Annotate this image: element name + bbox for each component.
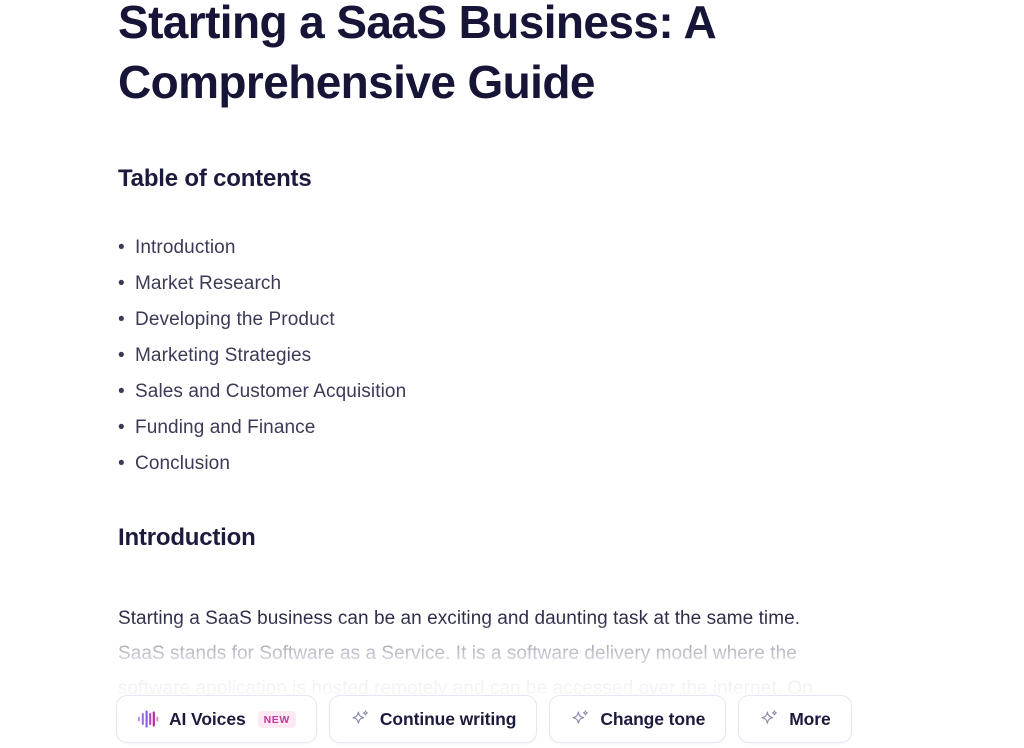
list-item[interactable]: • Introduction	[118, 230, 908, 266]
table-of-contents-heading: Table of contents	[118, 165, 312, 192]
list-item[interactable]: • Funding and Finance	[118, 410, 908, 446]
list-item-label: Developing the Product	[135, 309, 335, 330]
list-item-label: Marketing Strategies	[135, 345, 312, 366]
ai-assistant-toolbar: AI Voices NEW Continue writing Change to…	[116, 695, 852, 743]
list-item[interactable]: • Marketing Strategies	[118, 338, 908, 374]
list-item-label: Conclusion	[135, 453, 230, 474]
status-badge: NEW	[257, 710, 296, 728]
list-item[interactable]: • Sales and Customer Acquisition	[118, 374, 908, 410]
bullet-icon: •	[118, 417, 125, 438]
ai-document-editor: Starting a SaaS Business: A Comprehensiv…	[0, 0, 1024, 748]
table-of-contents-list: • Introduction • Market Research • Devel…	[118, 194, 908, 482]
page-title: Starting a SaaS Business: A Comprehensiv…	[118, 0, 715, 108]
body-paragraphs: Starting a SaaS business can be an excit…	[118, 553, 908, 706]
sparkle-icon	[759, 709, 779, 729]
document-content: Starting a SaaS Business: A Comprehensiv…	[118, 0, 908, 706]
bullet-icon: •	[118, 453, 125, 474]
waveform-icon	[137, 709, 159, 729]
list-item-label: Funding and Finance	[135, 417, 316, 438]
list-item[interactable]: • Market Research	[118, 266, 908, 302]
paragraph-line: SaaS stands for Software as a Service. I…	[118, 643, 797, 664]
more-button[interactable]: More	[738, 695, 852, 743]
ai-voices-button[interactable]: AI Voices NEW	[116, 695, 317, 743]
more-label: More	[789, 708, 831, 729]
list-item[interactable]: • Developing the Product	[118, 302, 908, 338]
bullet-icon: •	[118, 309, 125, 330]
sparkle-icon	[570, 709, 590, 729]
ai-voices-label: AI Voices	[169, 708, 246, 729]
change-tone-label: Change tone	[600, 708, 706, 729]
section-heading-introduction: Introduction	[118, 524, 256, 551]
list-item-label: Market Research	[135, 273, 282, 294]
paragraph-line: Starting a SaaS business can be an excit…	[118, 608, 801, 629]
list-item-label: Introduction	[135, 237, 236, 258]
continue-writing-button[interactable]: Continue writing	[328, 695, 538, 743]
bullet-icon: •	[118, 345, 125, 366]
continue-writing-label: Continue writing	[379, 708, 517, 729]
list-item[interactable]: • Conclusion	[118, 446, 908, 482]
sparkle-icon	[350, 709, 370, 729]
bullet-icon: •	[118, 273, 125, 294]
bullet-icon: •	[118, 237, 125, 258]
bullet-icon: •	[118, 381, 125, 402]
change-tone-button[interactable]: Change tone	[549, 695, 727, 743]
list-item-label: Sales and Customer Acquisition	[135, 381, 407, 402]
